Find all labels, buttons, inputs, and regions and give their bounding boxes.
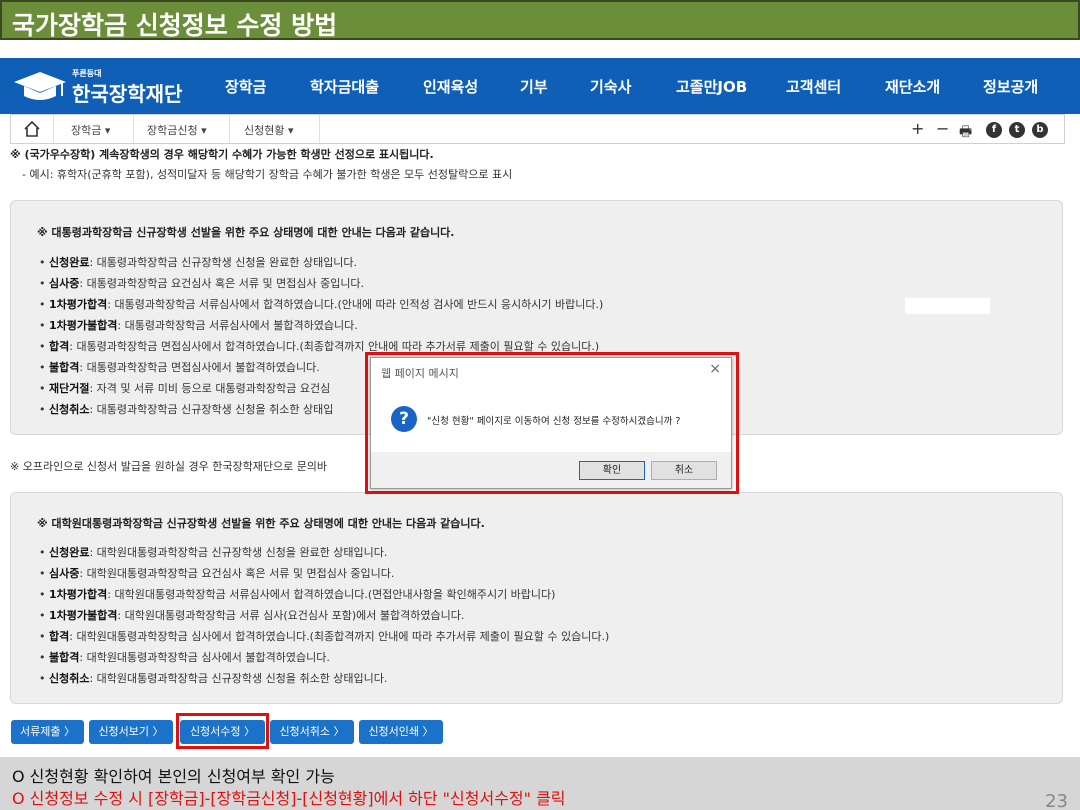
slide-title-bar: 국가장학금 신청정보 수정 방법 <box>0 0 1080 40</box>
dialog-title: 웹 페이지 메시지 <box>381 367 459 380</box>
slide: 국가장학금 신청정보 수정 방법 푸른등대 한국장학재단 장학금 학자금대출 인… <box>0 0 1080 810</box>
slide-footer: O 신청현황 확인하여 본인의 신청여부 확인 가능 O 신청정보 수정 시 [… <box>0 757 1080 810</box>
nav-item-disclosure[interactable]: 정보공개 <box>983 76 1038 97</box>
list-item: • 심사중: 대통령과학장학금 요건심사 혹은 서류 및 면접심사 중입니다. <box>39 277 365 290</box>
site-logo[interactable]: 푸른등대 한국장학재단 <box>12 66 192 106</box>
zoom-out-icon[interactable]: − <box>936 119 949 138</box>
blank-patch <box>905 298 990 314</box>
footer-line-2: O 신청정보 수정 시 [장학금]-[장학금신청]-[신청현황]에서 하단 "신… <box>12 789 566 808</box>
footer-line-1: O 신청현황 확인하여 본인의 신청여부 확인 가능 <box>12 767 335 786</box>
list-item: • 불합격: 대학원대통령과학장학금 심사에서 불합격하였습니다. <box>39 651 330 664</box>
cancel-button[interactable]: 취소 <box>651 461 717 480</box>
nav-item-job[interactable]: 고졸만JOB <box>676 76 747 97</box>
logo-name: 한국장학재단 <box>72 82 183 106</box>
cancel-application-button[interactable]: 신청서취소 〉 <box>270 720 354 744</box>
list-item: • 신청완료: 대학원대통령과학장학금 신규장학생 신청을 완료한 상태입니다. <box>39 546 388 559</box>
main-nav-bar: 푸른등대 한국장학재단 장학금 학자금대출 인재육성 기부 기숙사 고졸만JOB… <box>0 58 1080 114</box>
nav-item-customer[interactable]: 고객센터 <box>786 76 841 97</box>
nav-item-loan[interactable]: 학자금대출 <box>310 76 379 97</box>
list-item: • 1차평가합격: 대통령과학장학금 서류심사에서 합격하였습니다.(안내에 따… <box>39 298 604 311</box>
breadcrumb-item-status[interactable]: 신청현황 ▾ <box>244 122 294 138</box>
nav-item-about[interactable]: 재단소개 <box>885 76 940 97</box>
edit-button-highlight <box>176 713 269 749</box>
facebook-icon[interactable]: f <box>986 122 1002 138</box>
dialog-message: "신청 현황" 페이지로 이동하여 신청 정보를 수정하시겠습니까 ? <box>427 416 681 427</box>
view-application-button[interactable]: 신청서보기 〉 <box>89 720 173 744</box>
list-item: • 재단거절: 자격 및 서류 미비 등으로 대통령과학장학금 요건심 <box>39 382 331 395</box>
notice-line-1: ※ (국가우수장학) 계속장학생의 경우 해당학기 수혜가 가능한 학생만 선정… <box>10 148 434 161</box>
nav-item-scholarship[interactable]: 장학금 <box>225 76 266 97</box>
breadcrumb-item-apply[interactable]: 장학금신청 ▾ <box>147 122 207 138</box>
print-application-button[interactable]: 신청서인쇄 〉 <box>359 720 443 744</box>
info-box-graduate: ※ 대학원대통령과학장학금 신규장학생 선발을 위한 주요 상태명에 대한 안내… <box>10 492 1063 704</box>
graduation-cap-icon <box>14 72 66 100</box>
dialog-footer: 확인 취소 <box>371 452 731 488</box>
offline-notice: ※ 오프라인으로 신청서 발급을 원하실 경우 한국장학재단으로 문의바 <box>10 460 328 473</box>
print-icon[interactable]: 🖶 <box>959 121 972 145</box>
blog-icon[interactable]: b <box>1032 122 1048 138</box>
info-box-heading: ※ 대통령과학장학금 신규장학생 선발을 위한 주요 상태명에 대한 안내는 다… <box>37 226 455 239</box>
info-box-heading: ※ 대학원대통령과학장학금 신규장학생 선발을 위한 주요 상태명에 대한 안내… <box>37 517 485 530</box>
home-icon[interactable] <box>23 120 41 138</box>
list-item: • 심사중: 대학원대통령과학장학금 요건심사 혹은 서류 및 면접심사 중입니… <box>39 567 395 580</box>
notice-line-2: - 예시: 휴학자(군휴학 포함), 성적미달자 등 해당학기 장학금 수혜가 … <box>22 168 513 181</box>
list-item: • 신청취소: 대통령과학장학금 신규장학생 신청을 취소한 상태입 <box>39 403 334 416</box>
submit-documents-button[interactable]: 서류제출 〉 <box>11 720 84 744</box>
list-item: • 합격: 대학원대통령과학장학금 심사에서 합격하였습니다.(최종합격까지 안… <box>39 630 610 643</box>
breadcrumb: 장학금 ▾ 장학금신청 ▾ 신청현황 ▾ + − 🖶 f t b <box>10 114 1065 144</box>
page-number: 23 <box>1045 791 1068 810</box>
slide-title: 국가장학금 신청정보 수정 방법 <box>12 11 338 40</box>
list-item: • 불합격: 대통령과학장학금 면접심사에서 불합격하였습니다. <box>39 361 320 374</box>
close-icon[interactable]: × <box>709 361 721 377</box>
list-item: • 신청완료: 대통령과학장학금 신규장학생 신청을 완료한 상태입니다. <box>39 256 358 269</box>
twitter-icon[interactable]: t <box>1009 122 1025 138</box>
list-item: • 신청취소: 대학원대통령과학장학금 신규장학생 신청을 취소한 상태입니다. <box>39 672 388 685</box>
list-item: • 1차평가합격: 대학원대통령과학장학금 서류심사에서 합격하였습니다.(면접… <box>39 588 556 601</box>
confirm-dialog: 웹 페이지 메시지 × ? "신청 현황" 페이지로 이동하여 신청 정보를 수… <box>370 357 732 489</box>
ok-button[interactable]: 확인 <box>579 461 645 480</box>
list-item: • 1차평가불합격: 대학원대통령과학장학금 서류 심사(요건심사 포함)에서 … <box>39 609 465 622</box>
nav-item-dormitory[interactable]: 기숙사 <box>590 76 631 97</box>
list-item: • 1차평가불합격: 대통령과학장학금 서류심사에서 불합격하였습니다. <box>39 319 358 332</box>
nav-item-talent[interactable]: 인재육성 <box>423 76 478 97</box>
breadcrumb-item-scholarship[interactable]: 장학금 ▾ <box>71 122 110 138</box>
zoom-in-icon[interactable]: + <box>911 119 924 138</box>
nav-item-donation[interactable]: 기부 <box>520 76 548 97</box>
question-icon: ? <box>391 406 417 432</box>
